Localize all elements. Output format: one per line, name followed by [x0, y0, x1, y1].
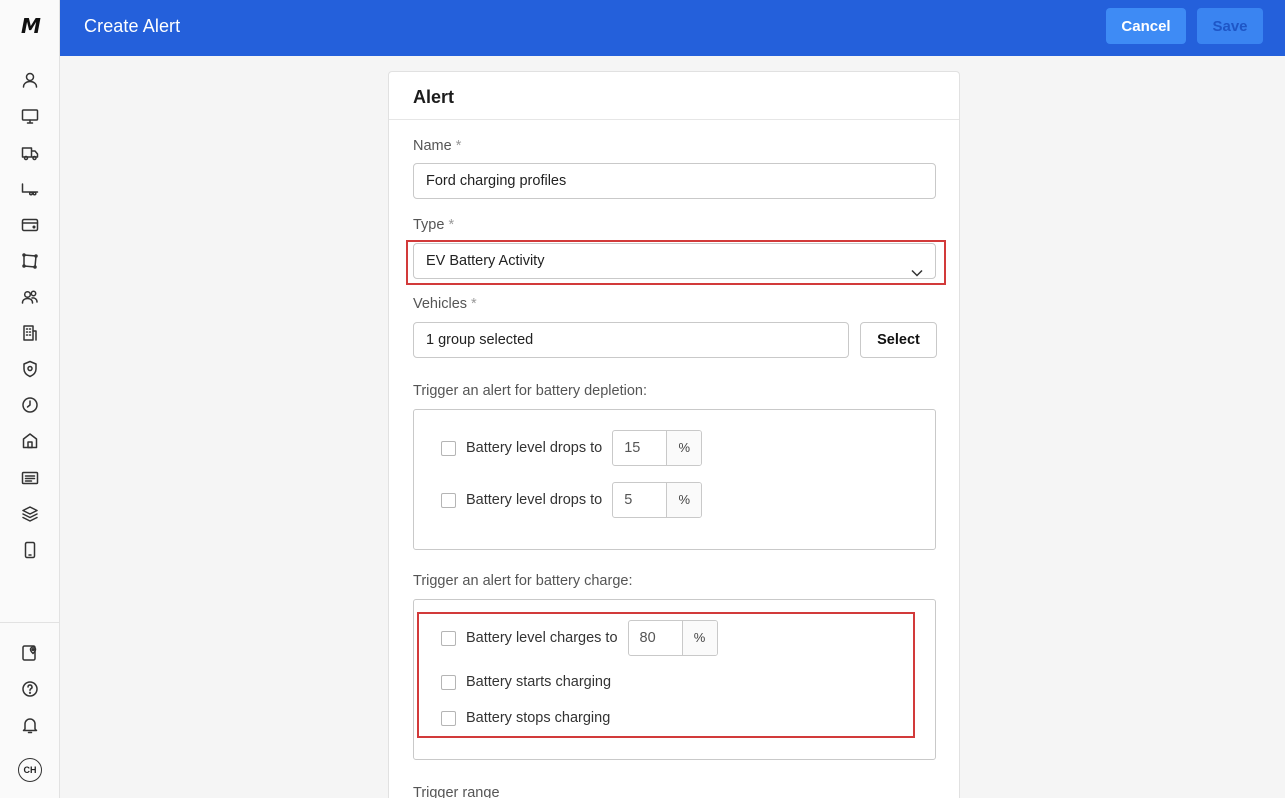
charge-stops-checkbox[interactable]	[441, 710, 456, 726]
users-icon[interactable]	[18, 285, 42, 309]
user-icon[interactable]	[18, 68, 42, 92]
shield-icon[interactable]	[18, 357, 42, 381]
charge-level-label: Battery level charges to	[466, 630, 618, 646]
clock-icon[interactable]	[18, 393, 42, 417]
bell-icon[interactable]	[18, 713, 42, 737]
depletion-value-input-2[interactable]: 5	[613, 483, 668, 517]
save-button[interactable]: Save	[1197, 8, 1263, 44]
percent-unit: %	[682, 621, 717, 655]
charge-starts-label: Battery starts charging	[466, 674, 612, 690]
house-icon[interactable]	[18, 429, 42, 453]
card-divider	[389, 119, 959, 120]
name-label: Name *	[413, 138, 461, 154]
depletion-threshold-2: 5 %	[612, 482, 703, 518]
depletion-checkbox-1[interactable]	[441, 440, 456, 456]
percent-unit: %	[667, 483, 702, 517]
required-asterisk: *	[471, 296, 477, 312]
depletion-row-label: Battery level drops to	[466, 440, 603, 456]
top-header: Create Alert Cancel Save	[60, 0, 1285, 56]
charge-starts-row: Battery starts charging	[441, 664, 621, 700]
select-vehicles-button[interactable]: Select	[860, 322, 937, 358]
card-title: Alert	[413, 87, 455, 107]
charge-label: Trigger an alert for battery charge:	[413, 573, 633, 589]
sidebar: M CH	[0, 0, 60, 798]
trailer-icon[interactable]	[18, 177, 42, 201]
news-icon[interactable]	[18, 466, 42, 490]
charge-stops-row: Battery stops charging	[441, 700, 620, 736]
vehicles-label-text: Vehicles	[413, 296, 468, 312]
vehicles-field[interactable]: 1 group selected	[413, 322, 849, 358]
depletion-row: Battery level drops to 15 %	[441, 430, 703, 466]
required-asterisk: *	[448, 217, 455, 233]
route-icon[interactable]	[18, 249, 42, 273]
charge-level-checkbox[interactable]	[441, 630, 456, 646]
avatar[interactable]: CH	[18, 758, 42, 782]
layers-icon[interactable]	[18, 502, 42, 526]
page-title: Create Alert	[84, 16, 181, 36]
cancel-button[interactable]: Cancel	[1106, 8, 1186, 44]
charge-starts-checkbox[interactable]	[441, 674, 456, 690]
required-asterisk: *	[455, 138, 462, 154]
app-logo[interactable]: M	[15, 16, 45, 36]
name-field[interactable]: Ford charging profiles	[413, 163, 936, 199]
phone-icon[interactable]	[18, 538, 42, 562]
building-icon[interactable]	[18, 321, 42, 345]
depletion-checkbox-2[interactable]	[441, 492, 456, 508]
type-label-text: Type	[413, 217, 445, 233]
percent-unit: %	[667, 431, 702, 465]
truck-icon[interactable]	[18, 141, 42, 165]
help-icon[interactable]	[18, 677, 42, 701]
alert-card: Alert Name * Ford charging profiles Type…	[388, 71, 960, 798]
vehicles-label: Vehicles *	[413, 296, 477, 312]
chevron-down-icon	[911, 256, 923, 277]
trigger-range-label: Trigger range	[413, 785, 500, 798]
depletion-row: Battery level drops to 5 %	[441, 482, 703, 518]
type-select[interactable]: EV Battery Activity	[413, 243, 936, 279]
type-label: Type *	[413, 217, 454, 233]
map-pin-icon[interactable]	[18, 641, 42, 665]
name-label-text: Name	[413, 138, 452, 154]
charge-value-input[interactable]: 80	[629, 621, 683, 655]
depletion-threshold-1: 15 %	[612, 430, 703, 466]
charge-stops-label: Battery stops charging	[466, 710, 611, 726]
card-icon[interactable]	[18, 213, 42, 237]
depletion-box: Battery level drops to 15 % Battery leve…	[413, 409, 936, 550]
depletion-value-input-1[interactable]: 15	[613, 431, 668, 465]
sidebar-divider	[0, 622, 60, 623]
depletion-label: Trigger an alert for battery depletion:	[413, 383, 648, 399]
type-select-value: EV Battery Activity	[426, 253, 545, 269]
charge-box: Battery level charges to 80 % Battery st…	[413, 599, 936, 760]
charge-threshold: 80 %	[627, 620, 718, 656]
charge-level-row: Battery level charges to 80 %	[441, 620, 718, 656]
monitor-icon[interactable]	[18, 104, 42, 128]
depletion-row-label: Battery level drops to	[466, 492, 603, 508]
